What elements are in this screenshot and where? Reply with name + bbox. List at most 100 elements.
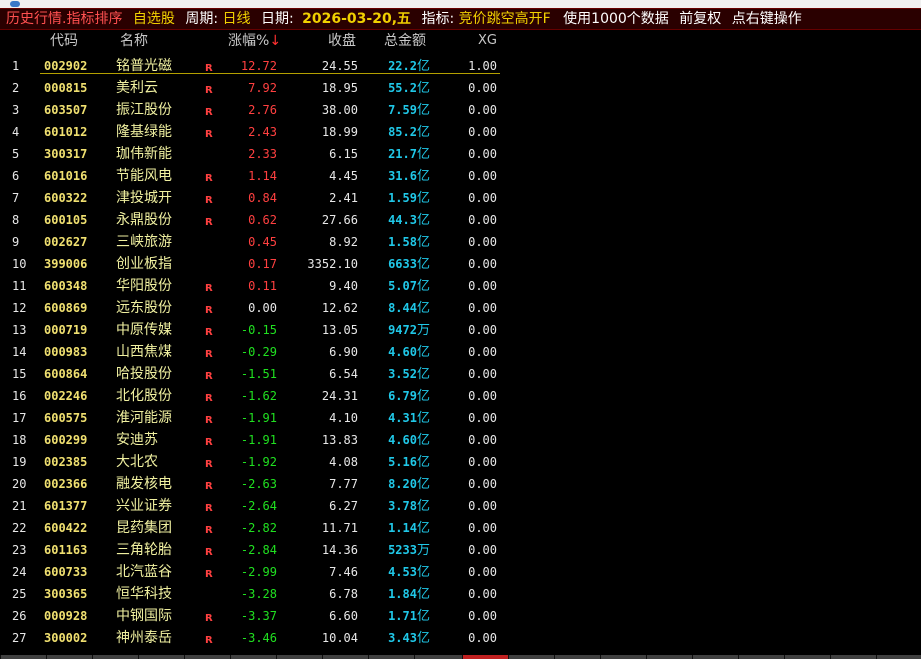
adjust-mode[interactable]: 前复权 xyxy=(679,9,721,29)
amount-unit: 亿 xyxy=(416,367,430,382)
table-row[interactable]: 14 000983 山西焦煤 R -0.29 6.90 4.60亿 0.00 xyxy=(0,341,921,363)
table-row[interactable]: 22 600422 昆药集团 R -2.82 11.71 1.14亿 0.00 xyxy=(0,517,921,539)
margin-flag: R xyxy=(205,635,213,646)
xg-value: 0.00 xyxy=(468,433,497,447)
close-price: 18.99 xyxy=(321,125,358,139)
amount-unit: 亿 xyxy=(416,455,430,470)
table-row[interactable]: 19 002385 大北农 R -1.92 4.08 5.16亿 0.00 xyxy=(0,451,921,473)
col-close-header[interactable]: 收盘 xyxy=(328,30,356,52)
table-row[interactable]: 3 603507 振江股份 R 2.76 38.00 7.59亿 0.00 xyxy=(0,99,921,121)
group-label[interactable]: 自选股 xyxy=(133,9,175,29)
table-row[interactable]: 26 000928 中钢国际 R -3.37 6.60 1.71亿 0.00 xyxy=(0,605,921,627)
table-row[interactable]: 21 601377 兴业证券 R -2.64 6.27 3.78亿 0.00 xyxy=(0,495,921,517)
table-row[interactable]: 10 399006 创业板指 0.17 3352.10 6633亿 0.00 xyxy=(0,253,921,275)
stock-name: 哈投股份 xyxy=(116,366,172,382)
table-row[interactable]: 11 600348 华阳股份 R 0.11 9.40 5.07亿 0.00 xyxy=(0,275,921,297)
indicator-value[interactable]: 竞价跳空高开F xyxy=(459,9,551,29)
amount-value: 4.60 xyxy=(388,345,417,359)
xg-value: 0.00 xyxy=(468,587,497,601)
amount-unit: 亿 xyxy=(416,191,430,206)
amount-unit: 万 xyxy=(416,543,430,558)
table-row[interactable]: 20 002366 融发核电 R -2.63 7.77 8.20亿 0.00 xyxy=(0,473,921,495)
amount-value: 9472 xyxy=(388,323,417,337)
stock-code: 601016 xyxy=(44,169,88,183)
total-amount: 31.6亿 xyxy=(388,165,430,188)
active-tab[interactable] xyxy=(462,655,508,659)
tab-separator xyxy=(46,655,47,659)
amount-unit: 亿 xyxy=(416,257,430,272)
table-row[interactable]: 7 600322 津投城开 R 0.84 2.41 1.59亿 0.00 xyxy=(0,187,921,209)
close-price: 6.54 xyxy=(329,367,358,381)
amount-value: 55.2 xyxy=(388,81,417,95)
amount-unit: 亿 xyxy=(416,103,430,118)
table-row[interactable]: 27 300002 神州泰岳 R -3.46 10.04 3.43亿 0.00 xyxy=(0,627,921,649)
xg-value: 0.00 xyxy=(468,323,497,337)
table-row[interactable]: 12 600869 远东股份 R 0.00 12.62 8.44亿 0.00 xyxy=(0,297,921,319)
stock-name: 兴业证券 xyxy=(116,498,172,514)
table-row[interactable]: 16 002246 北化股份 R -1.62 24.31 6.79亿 0.00 xyxy=(0,385,921,407)
col-name-header[interactable]: 名称 xyxy=(120,30,148,52)
row-index: 17 xyxy=(12,411,27,425)
stock-name: 三峡旅游 xyxy=(116,234,172,250)
table-row[interactable]: 15 600864 哈投股份 R -1.51 6.54 3.52亿 0.00 xyxy=(0,363,921,385)
change-pct: -2.64 xyxy=(240,499,277,513)
total-amount: 6.79亿 xyxy=(388,385,430,408)
table-row[interactable]: 17 600575 淮河能源 R -1.91 4.10 4.31亿 0.00 xyxy=(0,407,921,429)
change-pct: 0.84 xyxy=(248,191,277,205)
row-index: 25 xyxy=(12,587,27,601)
window-top-strip xyxy=(0,0,921,8)
amount-unit: 万 xyxy=(416,323,430,338)
table-row[interactable]: 4 601012 隆基绿能 R 2.43 18.99 85.2亿 0.00 xyxy=(0,121,921,143)
amount-unit: 亿 xyxy=(416,433,430,448)
change-pct: -2.63 xyxy=(240,477,277,491)
col-change-header[interactable]: 涨幅%↓ xyxy=(228,30,281,52)
col-amount-header[interactable]: 总金额 xyxy=(384,30,426,52)
table-row[interactable]: 23 601163 三角轮胎 R -2.84 14.36 5233万 0.00 xyxy=(0,539,921,561)
total-amount: 8.20亿 xyxy=(388,473,430,496)
total-amount: 1.71亿 xyxy=(388,605,430,628)
table-row[interactable]: 6 601016 节能风电 R 1.14 4.45 31.6亿 0.00 xyxy=(0,165,921,187)
tab-separator xyxy=(414,655,415,659)
col-change-label: 涨幅% xyxy=(228,33,270,49)
table-row[interactable]: 8 600105 永鼎股份 R 0.62 27.66 44.3亿 0.00 xyxy=(0,209,921,231)
amount-unit: 亿 xyxy=(416,147,430,162)
table-row[interactable]: 13 000719 中原传媒 R -0.15 13.05 9472万 0.00 xyxy=(0,319,921,341)
sort-desc-icon: ↓ xyxy=(269,33,282,49)
period-value[interactable]: 日线 xyxy=(223,9,251,29)
row-index: 3 xyxy=(12,103,20,117)
total-amount: 1.84亿 xyxy=(388,583,430,606)
row-index: 14 xyxy=(12,345,27,359)
change-pct: 0.11 xyxy=(248,279,277,293)
stock-name: 三角轮胎 xyxy=(116,542,172,558)
table-row[interactable]: 24 600733 北汽蓝谷 R -2.99 7.46 4.53亿 0.00 xyxy=(0,561,921,583)
row-index: 4 xyxy=(12,125,20,139)
stock-code: 603507 xyxy=(44,103,88,117)
table-row[interactable]: 9 002627 三峡旅游 0.45 8.92 1.58亿 0.00 xyxy=(0,231,921,253)
table-row[interactable]: 2 000815 美利云 R 7.92 18.95 55.2亿 0.00 xyxy=(0,77,921,99)
close-price: 38.00 xyxy=(321,103,358,117)
tab-separator xyxy=(508,655,509,659)
col-code-header[interactable]: 代码 xyxy=(50,30,78,52)
xg-value: 0.00 xyxy=(468,81,497,95)
stock-code: 002366 xyxy=(44,477,88,491)
close-price: 6.78 xyxy=(329,587,358,601)
amount-unit: 亿 xyxy=(416,389,430,404)
table-row[interactable]: 18 600299 安迪苏 R -1.91 13.83 4.60亿 0.00 xyxy=(0,429,921,451)
xg-value: 0.00 xyxy=(468,389,497,403)
col-xg-header[interactable]: XG xyxy=(478,30,497,52)
amount-value: 6.79 xyxy=(388,389,417,403)
date-value[interactable]: 2026-03-20,五 xyxy=(302,9,411,29)
stock-code: 300317 xyxy=(44,147,88,161)
stock-name: 中钢国际 xyxy=(116,608,172,624)
mode-label[interactable]: 历史行情.指标排序 xyxy=(6,9,122,29)
amount-unit: 亿 xyxy=(416,279,430,294)
table-row[interactable]: 25 300365 恒华科技 -3.28 6.78 1.84亿 0.00 xyxy=(0,583,921,605)
close-price: 7.77 xyxy=(329,477,358,491)
amount-unit: 亿 xyxy=(416,213,430,228)
table-row[interactable]: 5 300317 珈伟新能 2.33 6.15 21.7亿 0.00 xyxy=(0,143,921,165)
close-price: 10.04 xyxy=(321,631,358,645)
amount-unit: 亿 xyxy=(416,499,430,514)
selected-row-underline xyxy=(40,73,500,74)
change-pct: 2.33 xyxy=(248,147,277,161)
amount-value: 7.59 xyxy=(388,103,417,117)
